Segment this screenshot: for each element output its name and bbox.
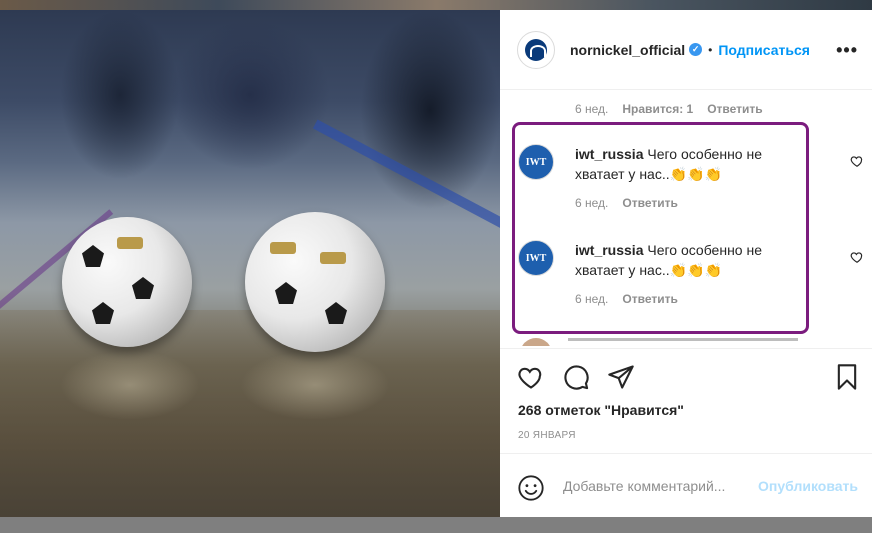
ball-reflection (240, 350, 390, 420)
comment-text: iwt_russia Чего особенно не хватает у на… (575, 240, 795, 280)
nornickel-logo-icon (525, 38, 547, 61)
comment-text: iwt_russia Чего особенно не хватает у на… (575, 144, 795, 184)
publish-button[interactable]: Опубликовать (758, 478, 858, 494)
post-header: nornickel_official ✓ • Подписаться ••• (500, 10, 872, 90)
comment-meta: 6 нед. Ответить (575, 196, 678, 210)
commenter-username[interactable]: iwt_russia (575, 146, 643, 162)
save-bookmark-icon[interactable] (833, 363, 861, 391)
comment-meta: 6 нед. Ответить (575, 292, 678, 306)
reply-button[interactable]: Ответить (622, 292, 677, 306)
action-bar (500, 348, 872, 408)
comment-age: 6 нед. (575, 292, 609, 306)
comment-likes-link[interactable]: Нравится: 1 (622, 102, 693, 116)
post-photo[interactable] (0, 10, 500, 517)
like-comment-heart-icon[interactable] (850, 250, 864, 267)
reply-button[interactable]: Ответить (707, 102, 762, 116)
comment-age: 6 нед. (575, 196, 609, 210)
previous-comment-meta: 6 нед. Нравится: 1 Ответить (575, 102, 763, 116)
likes-count[interactable]: 268 отметок "Нравится" (518, 402, 684, 418)
follow-button[interactable]: Подписаться (718, 42, 810, 58)
like-comment-heart-icon[interactable] (850, 154, 864, 171)
emoji-smiley-icon[interactable] (517, 474, 545, 502)
futsal-ball (245, 212, 385, 352)
add-comment-row: Добавьте комментарий... Опубликовать (500, 453, 872, 517)
share-paper-plane-icon[interactable] (607, 363, 635, 391)
background-strip (0, 517, 872, 533)
background-strip (0, 0, 872, 10)
verified-badge-icon: ✓ (689, 43, 703, 56)
comment-bubble-icon[interactable] (562, 363, 590, 391)
post-date: 20 ЯНВАРЯ (518, 430, 576, 441)
account-username[interactable]: nornickel_official (570, 42, 685, 58)
commenter-avatar[interactable]: IWT (518, 144, 554, 180)
account-avatar[interactable] (517, 30, 555, 69)
commenter-username[interactable]: iwt_russia (575, 242, 643, 258)
reply-button[interactable]: Ответить (622, 196, 677, 210)
add-comment-input[interactable]: Добавьте комментарий... (563, 478, 725, 494)
partially-hidden-comment (520, 338, 850, 346)
futsal-ball (62, 217, 192, 347)
comment-age: 6 нед. (575, 102, 609, 116)
more-options-icon[interactable]: ••• (836, 40, 858, 61)
separator-dot: • (708, 42, 713, 57)
instagram-post-modal: nornickel_official ✓ • Подписаться ••• 6… (0, 0, 872, 533)
comments-panel: nornickel_official ✓ • Подписаться ••• 6… (500, 10, 872, 517)
commenter-avatar[interactable]: IWT (518, 240, 554, 276)
like-heart-icon[interactable] (517, 363, 545, 391)
ball-reflection (60, 350, 200, 420)
